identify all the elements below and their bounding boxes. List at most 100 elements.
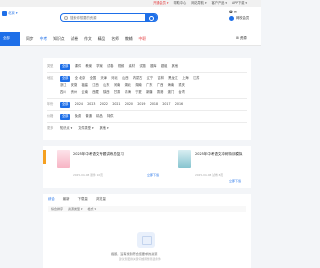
promo-title[interactable]: 2025年中考语文冲刺特训模拟 [195, 152, 242, 157]
filter-option[interactable]: 2021 [112, 103, 120, 106]
nav-item[interactable]: 精品 [98, 37, 106, 41]
filter-option[interactable]: 2017 [162, 103, 170, 106]
top-link-app[interactable]: APP下载 ▾ [232, 1, 247, 5]
nav-item-active[interactable]: 中考 [40, 37, 48, 41]
filter-option[interactable]: 特供 [107, 115, 113, 118]
all-categories-button[interactable]: 全部 [0, 32, 20, 46]
nav-item-hot[interactable]: 中职 [139, 37, 147, 41]
filter-option[interactable]: 天津 [101, 77, 107, 80]
avatar[interactable] [229, 16, 234, 21]
filter-option[interactable]: 江西 [92, 84, 98, 87]
filter-option[interactable]: 2022 [100, 103, 108, 106]
filter-option[interactable]: 广东 [146, 84, 152, 87]
filter-option-selected[interactable]: 全部 [60, 76, 71, 82]
filter-option[interactable]: 安徽 [71, 84, 77, 87]
filter-option[interactable]: 浙江 [60, 84, 66, 87]
filter-option[interactable]: 云南 [82, 91, 88, 94]
filter-option[interactable]: 台湾 [178, 91, 184, 94]
filter-option[interactable]: 甘肃 [114, 91, 120, 94]
filter-option[interactable]: 2016 [175, 103, 183, 106]
filter-option[interactable]: 全国 [90, 77, 96, 80]
filter-option[interactable]: 山西 [122, 77, 128, 80]
filter-option[interactable]: 课件 [75, 65, 81, 68]
promo-thumbnail[interactable] [178, 150, 191, 168]
sort-option[interactable]: 格式 ▾ [87, 207, 95, 211]
filter-option[interactable]: 教案 [86, 65, 92, 68]
filter-option[interactable]: 学案 [96, 65, 102, 68]
nav-item[interactable]: 作文 [84, 37, 92, 41]
filter-option[interactable]: 普通 [86, 115, 92, 118]
filter-option[interactable]: 视频 [118, 65, 124, 68]
user-name[interactable]: 网校会员 [236, 16, 249, 20]
filter-option[interactable]: 贵州 [71, 91, 77, 94]
result-tab[interactable]: 下载量 [78, 197, 88, 201]
top-link-products[interactable]: 客户产品 ▾ [212, 1, 227, 5]
filter-option[interactable]: 福建 [82, 84, 88, 87]
filter-option[interactable]: 题库 [150, 65, 156, 68]
top-link-site-nav[interactable]: 网站导航 ▾ [191, 1, 206, 5]
filter-option[interactable]: 吉林 [158, 77, 164, 80]
filter-option[interactable]: 海南 [168, 84, 174, 87]
filter-option[interactable]: 四川 [60, 91, 66, 94]
filter-option[interactable]: 2020 [125, 103, 133, 106]
nav-item[interactable]: 知识点 [53, 37, 64, 41]
search-button[interactable] [145, 14, 157, 21]
filter-option[interactable]: 其他 [172, 65, 178, 68]
filter-option[interactable]: 全 北京 [75, 77, 86, 80]
filter-option[interactable]: 试题 [139, 65, 145, 68]
nav-item[interactable]: 试卷 [71, 37, 79, 41]
filter-option[interactable]: 黑龙江 [168, 77, 178, 80]
nav-item[interactable]: 名师 [111, 37, 119, 41]
filter-option[interactable]: 西藏 [92, 91, 98, 94]
filter-option[interactable]: 青海 [125, 91, 131, 94]
promo-title[interactable]: 2025年中考语文专题讲练总复习 [73, 152, 124, 157]
location-selector[interactable]: 北京 ▾ [8, 11, 18, 15]
dropdown-knowledge[interactable]: 知识点 ▾ [60, 127, 72, 130]
filter-option[interactable]: 2023 [87, 103, 95, 106]
filter-option[interactable]: 广西 [157, 84, 163, 87]
filter-option[interactable]: 山东 [103, 84, 109, 87]
search-input[interactable] [70, 15, 128, 21]
filter-option[interactable]: 上海 [182, 77, 188, 80]
sort-option[interactable]: 资源类型 ▾ [68, 207, 82, 211]
filter-option[interactable]: 河南 [114, 84, 120, 87]
filter-option-selected[interactable]: 全部 [60, 102, 71, 108]
filter-option[interactable]: 精品 [96, 115, 102, 118]
nav-item[interactable]: 教辅 [125, 37, 133, 41]
filter-option[interactable]: 2018 [150, 103, 158, 106]
site-logo[interactable] [2, 11, 7, 16]
filter-option[interactable]: 宁夏 [135, 91, 141, 94]
filter-option-selected[interactable]: 全部 [60, 64, 71, 70]
filter-option[interactable]: 2024 [75, 103, 83, 106]
filter-option[interactable]: 新疆 [146, 91, 152, 94]
header-icons[interactable]: ☎ ✉ [229, 10, 237, 14]
filter-option[interactable]: 辽宁 [147, 77, 153, 80]
filter-option[interactable]: 内蒙古 [133, 77, 143, 80]
filter-option[interactable]: 题组 [161, 65, 167, 68]
nav-item[interactable]: 同步 [26, 37, 34, 41]
filter-option[interactable]: 免费 [75, 115, 81, 118]
dropdown-file-type[interactable]: 文件类型 ▾ [78, 127, 93, 130]
filter-option-selected[interactable]: 全部 [60, 114, 71, 120]
result-tab[interactable]: 最新 [63, 197, 70, 201]
nav-resource-link[interactable]: ⊞ 资源 [236, 36, 247, 40]
filter-option[interactable]: 重庆 [178, 84, 184, 87]
filter-option[interactable]: 试卷 [107, 65, 113, 68]
top-link-membership[interactable]: 开通会员 ▾ [153, 1, 168, 5]
promo-download-button[interactable]: 立即下载 [147, 174, 159, 177]
filter-option[interactable]: 湖北 [125, 84, 131, 87]
result-tab[interactable]: 浏览量 [96, 197, 106, 201]
filter-option[interactable]: 河北 [111, 77, 117, 80]
filter-option[interactable]: 2019 [137, 103, 145, 106]
promo-download-button[interactable]: 立即下载 [229, 180, 241, 183]
filter-option[interactable]: 陕西 [103, 91, 109, 94]
filter-option[interactable]: 澳门 [168, 91, 174, 94]
sort-option[interactable]: 综合排序 [51, 207, 63, 211]
filter-option[interactable]: 素材 [129, 65, 135, 68]
filter-option[interactable]: 香港 [157, 91, 163, 94]
result-tab-active[interactable]: 综合 [48, 197, 55, 201]
dropdown-other[interactable]: 其他 ▾ [100, 127, 109, 130]
filter-option[interactable]: 湖南 [135, 84, 141, 87]
top-link-help[interactable]: 帮助中心 [173, 1, 186, 5]
filter-option[interactable]: 江苏 [193, 77, 199, 80]
